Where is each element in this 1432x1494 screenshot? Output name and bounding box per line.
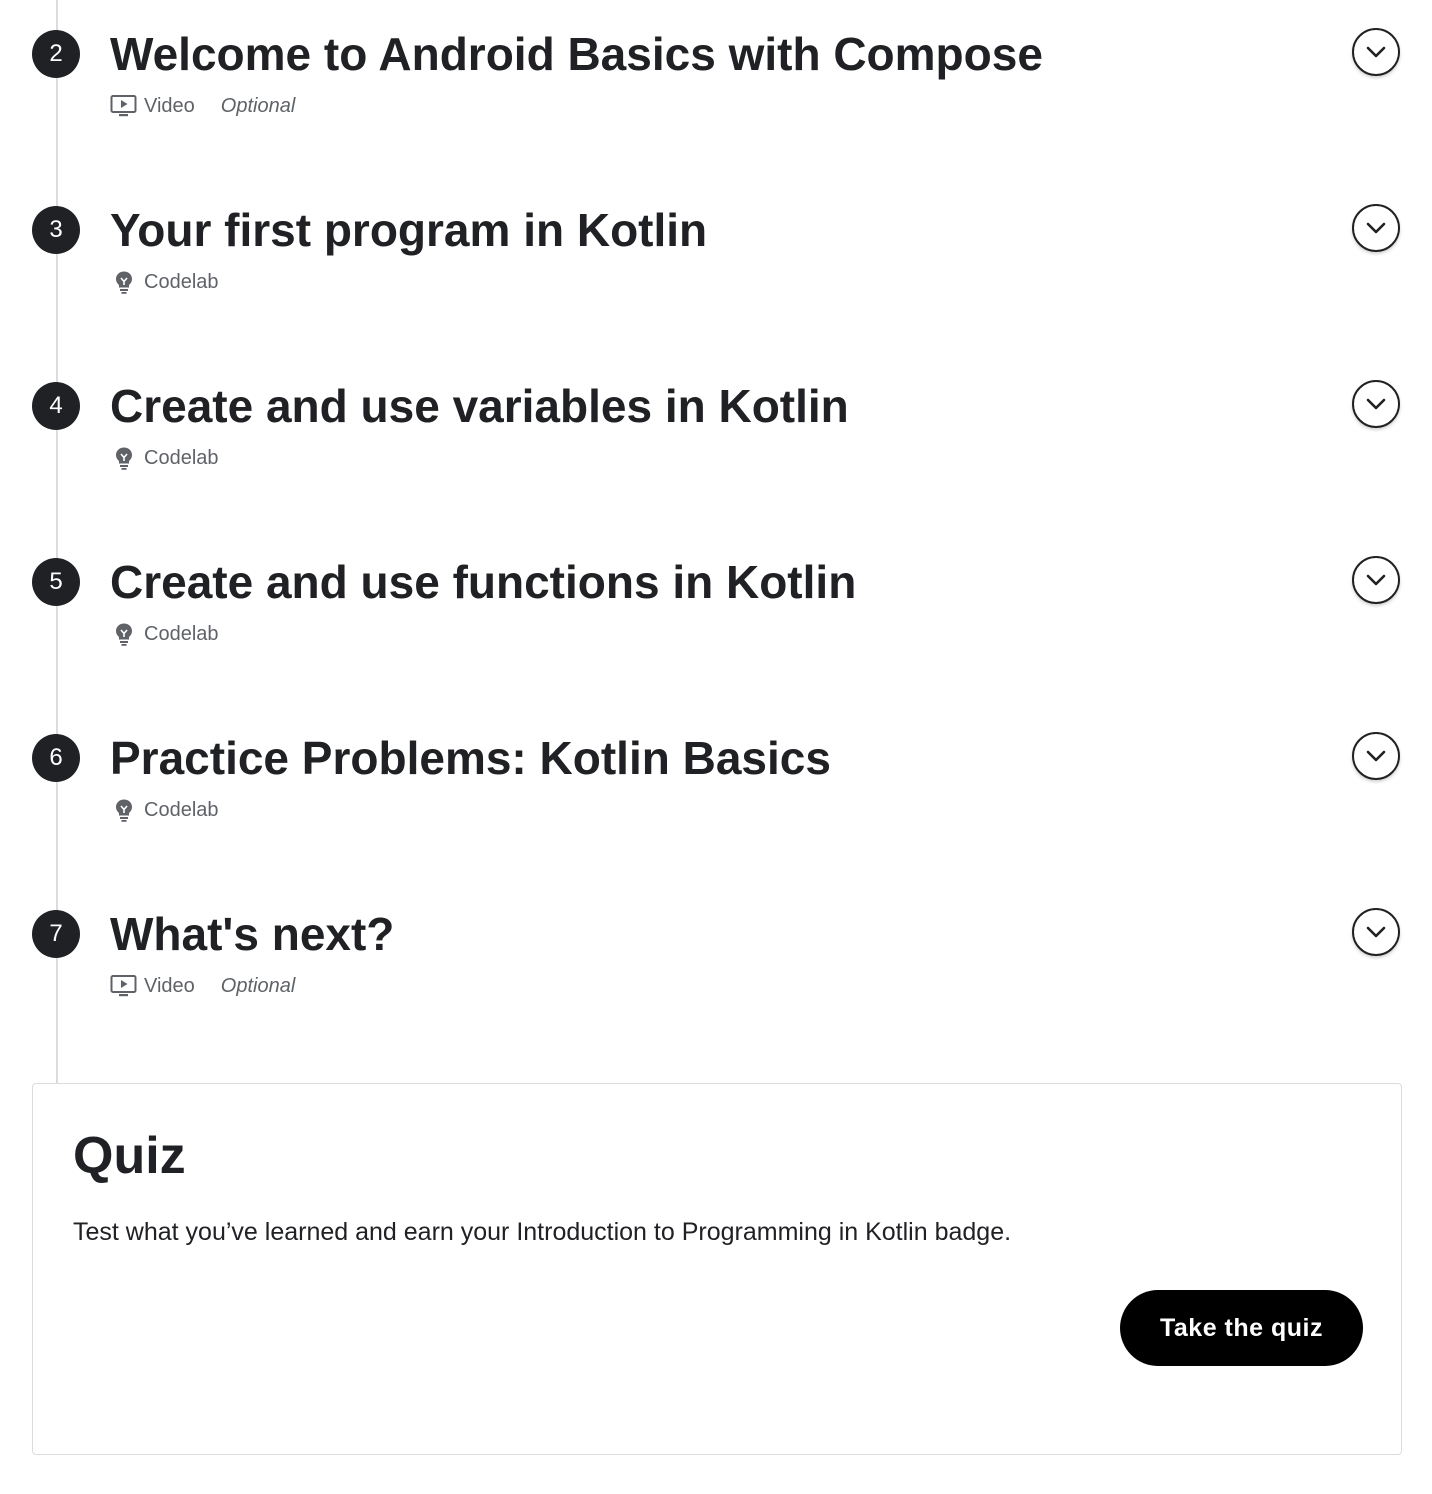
codelab-lightbulb-icon: [110, 270, 137, 294]
quiz-description: Test what you’ve learned and earn your I…: [73, 1218, 1012, 1246]
step-type-label: Codelab: [144, 446, 219, 469]
step-title[interactable]: Create and use variables in Kotlin: [110, 378, 849, 434]
expand-step-button[interactable]: [1352, 28, 1400, 76]
step-number-badge: 4: [32, 382, 80, 430]
pathway-step: 2 Welcome to Android Basics with Compose…: [0, 0, 1432, 176]
step-meta: Codelab: [110, 268, 219, 296]
quiz-card: Quiz Test what you’ve learned and earn y…: [32, 1083, 1402, 1455]
pathway-step: 6 Practice Problems: Kotlin Basics Codel…: [0, 704, 1432, 880]
optional-label: Optional: [220, 974, 296, 997]
take-quiz-button[interactable]: Take the quiz: [1120, 1290, 1363, 1366]
expand-step-button[interactable]: [1352, 380, 1400, 428]
optional-label: Optional: [220, 94, 296, 117]
expand-step-button[interactable]: [1352, 556, 1400, 604]
video-icon: [110, 974, 137, 998]
step-type-label: Codelab: [144, 270, 219, 293]
step-type-label: Codelab: [144, 798, 219, 821]
expand-step-button[interactable]: [1352, 732, 1400, 780]
step-title[interactable]: Your first program in Kotlin: [110, 202, 707, 258]
chevron-down-icon: [1366, 574, 1386, 586]
step-title[interactable]: Create and use functions in Kotlin: [110, 554, 856, 610]
step-meta: Codelab: [110, 620, 219, 648]
step-meta: Codelab: [110, 796, 219, 824]
codelab-lightbulb-icon: [110, 622, 137, 646]
step-type-label: Video: [144, 974, 195, 997]
expand-step-button[interactable]: [1352, 908, 1400, 956]
step-title[interactable]: Practice Problems: Kotlin Basics: [110, 730, 831, 786]
chevron-down-icon: [1366, 222, 1386, 234]
pathway-step: 7 What's next? Video Optional: [0, 880, 1432, 1056]
chevron-down-icon: [1366, 926, 1386, 938]
pathway-step: 3 Your first program in Kotlin Codelab: [0, 176, 1432, 352]
pathway-step: 4 Create and use variables in Kotlin Cod…: [0, 352, 1432, 528]
chevron-down-icon: [1366, 46, 1386, 58]
expand-step-button[interactable]: [1352, 204, 1400, 252]
codelab-lightbulb-icon: [110, 798, 137, 822]
step-title[interactable]: What's next?: [110, 906, 394, 962]
chevron-down-icon: [1366, 398, 1386, 410]
step-type-label: Codelab: [144, 622, 219, 645]
step-type-label: Video: [144, 94, 195, 117]
quiz-title: Quiz: [73, 1127, 186, 1185]
step-number-badge: 3: [32, 206, 80, 254]
step-number-badge: 2: [32, 30, 80, 78]
step-title[interactable]: Welcome to Android Basics with Compose: [110, 26, 1043, 82]
step-meta: Video Optional: [110, 92, 295, 120]
chevron-down-icon: [1366, 750, 1386, 762]
step-number-badge: 5: [32, 558, 80, 606]
video-icon: [110, 94, 137, 118]
codelab-lightbulb-icon: [110, 446, 137, 470]
step-meta: Codelab: [110, 444, 219, 472]
pathway-step: 5 Create and use functions in Kotlin Cod…: [0, 528, 1432, 704]
step-meta: Video Optional: [110, 972, 295, 1000]
step-number-badge: 6: [32, 734, 80, 782]
step-number-badge: 7: [32, 910, 80, 958]
